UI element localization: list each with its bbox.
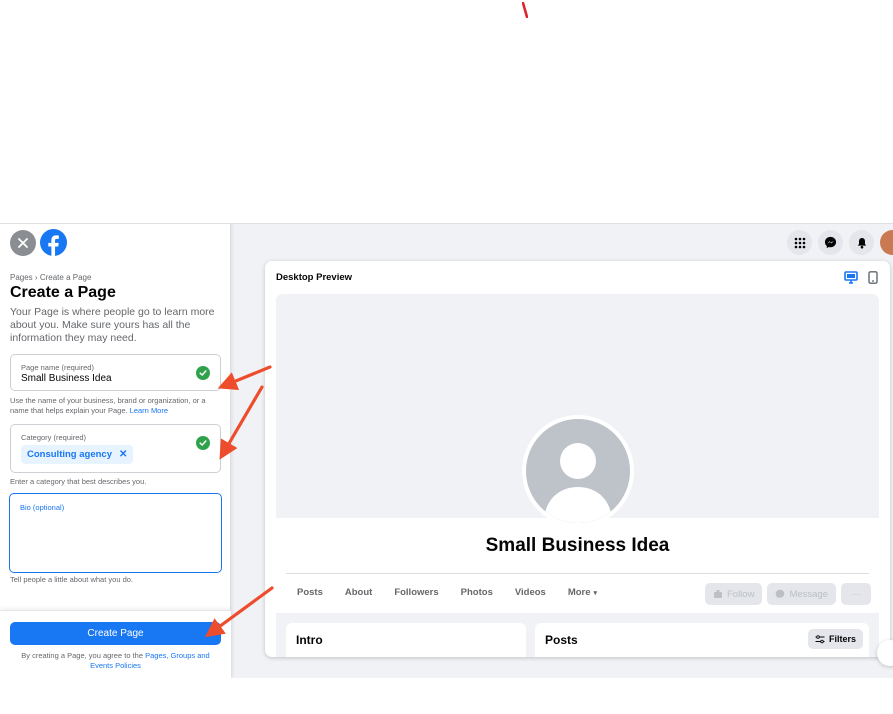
menu-button[interactable] [787, 230, 812, 255]
desktop-preview-card: Desktop Preview Small Business Idea Post… [265, 261, 890, 657]
messenger-button[interactable] [818, 230, 843, 255]
remove-category-icon[interactable]: ✕ [119, 449, 127, 460]
bio-textarea[interactable]: Bio (optional) [9, 493, 222, 573]
page-name-hint: Use the name of your business, brand or … [10, 396, 222, 416]
terms-text: By creating a Page, you agree to the Pag… [10, 651, 221, 671]
close-icon [18, 238, 28, 248]
grid-menu-icon [794, 237, 805, 248]
tab-followers[interactable]: Followers [383, 581, 449, 604]
tab-more[interactable]: More ▾ [557, 581, 608, 604]
category-label: Category (required) [21, 433, 87, 442]
tab-about[interactable]: About [334, 581, 383, 604]
bio-hint: Tell people a little about what you do. [10, 575, 133, 584]
category-chip: Consulting agency ✕ [21, 445, 134, 464]
notifications-button[interactable] [849, 230, 874, 255]
top-nav-icons [787, 230, 893, 255]
filters-label: Filters [828, 634, 856, 644]
preview-page-name: Small Business Idea [485, 535, 670, 556]
tab-photos[interactable]: Photos [450, 581, 504, 604]
scroll-button[interactable] [877, 640, 893, 666]
filters-button[interactable]: Filters [807, 629, 863, 649]
intro-card: Intro [286, 623, 526, 657]
person-silhouette-icon [526, 419, 630, 523]
facebook-logo-icon[interactable] [40, 229, 67, 256]
chevron-down-icon: ▾ [593, 590, 598, 597]
create-page-panel: Pages › Create a Page Create a Page Your… [0, 224, 231, 678]
terms-prefix: By creating a Page, you agree to the [21, 651, 143, 660]
message-label: Message [789, 588, 828, 600]
page-name-hint-text: Use the name of your business, brand or … [10, 396, 206, 415]
desktop-icon[interactable] [844, 271, 858, 284]
follow-button[interactable]: Follow [704, 583, 763, 605]
posts-heading: Posts [545, 633, 578, 647]
app-window: Pages › Create a Page Create a Page Your… [0, 223, 893, 678]
tab-more-label: More [567, 587, 591, 598]
tab-videos[interactable]: Videos [504, 581, 557, 604]
screenshot: Pages › Create a Page Create a Page Your… [0, 0, 893, 714]
category-hint: Enter a category that best describes you… [10, 477, 147, 486]
breadcrumb-current: Create a Page [39, 273, 92, 282]
device-toggle [844, 271, 878, 284]
more-actions-button[interactable]: ··· [841, 583, 871, 605]
page-name-value: Small Business Idea [21, 373, 112, 384]
messenger-icon [776, 589, 785, 599]
panel-footer: Create Page By creating a Page, you agre… [0, 610, 231, 678]
message-button[interactable]: Message [767, 583, 836, 605]
follow-label: Follow [726, 588, 755, 600]
mobile-icon[interactable] [868, 271, 878, 284]
category-field[interactable]: Category (required) Consulting agency ✕ [10, 424, 221, 473]
preview-title: Desktop Preview [276, 272, 353, 283]
bell-icon [857, 237, 866, 248]
red-pen-mark [522, 2, 528, 18]
filters-icon [815, 634, 825, 643]
posts-card: Posts Filters [535, 623, 869, 657]
page-name-valid-badge [196, 366, 210, 380]
checkmark-icon [199, 440, 207, 446]
preview-tabs: Posts About Followers Photos Videos More… [286, 581, 608, 604]
profile-picture-placeholder [522, 415, 634, 527]
learn-more-link[interactable]: Learn More [130, 406, 168, 415]
tabs-divider [286, 573, 869, 574]
page-name-field[interactable]: Page name (required) Small Business Idea [10, 354, 221, 391]
follow-icon [713, 590, 722, 598]
messenger-icon [824, 236, 837, 249]
intro-text: Your Page is where people go to learn mo… [10, 306, 215, 344]
bio-label: Bio (optional) [20, 503, 65, 512]
category-chip-label: Consulting agency [27, 449, 112, 460]
preview-actions: Follow Message ··· [704, 583, 871, 605]
breadcrumb-separator: › [34, 273, 38, 282]
page-name-label: Page name (required) [21, 363, 94, 372]
intro-heading: Intro [296, 633, 323, 647]
breadcrumb-pages[interactable]: Pages [10, 273, 33, 282]
preview-lower-section: Intro Posts Filters [276, 613, 879, 657]
tab-posts[interactable]: Posts [286, 581, 334, 604]
checkmark-icon [199, 370, 207, 376]
close-button[interactable] [10, 230, 36, 256]
category-valid-badge [196, 436, 210, 450]
page-title: Create a Page [10, 284, 116, 301]
breadcrumb: Pages › Create a Page [10, 273, 91, 282]
create-page-button[interactable]: Create Page [10, 622, 221, 645]
account-avatar[interactable] [880, 230, 893, 255]
